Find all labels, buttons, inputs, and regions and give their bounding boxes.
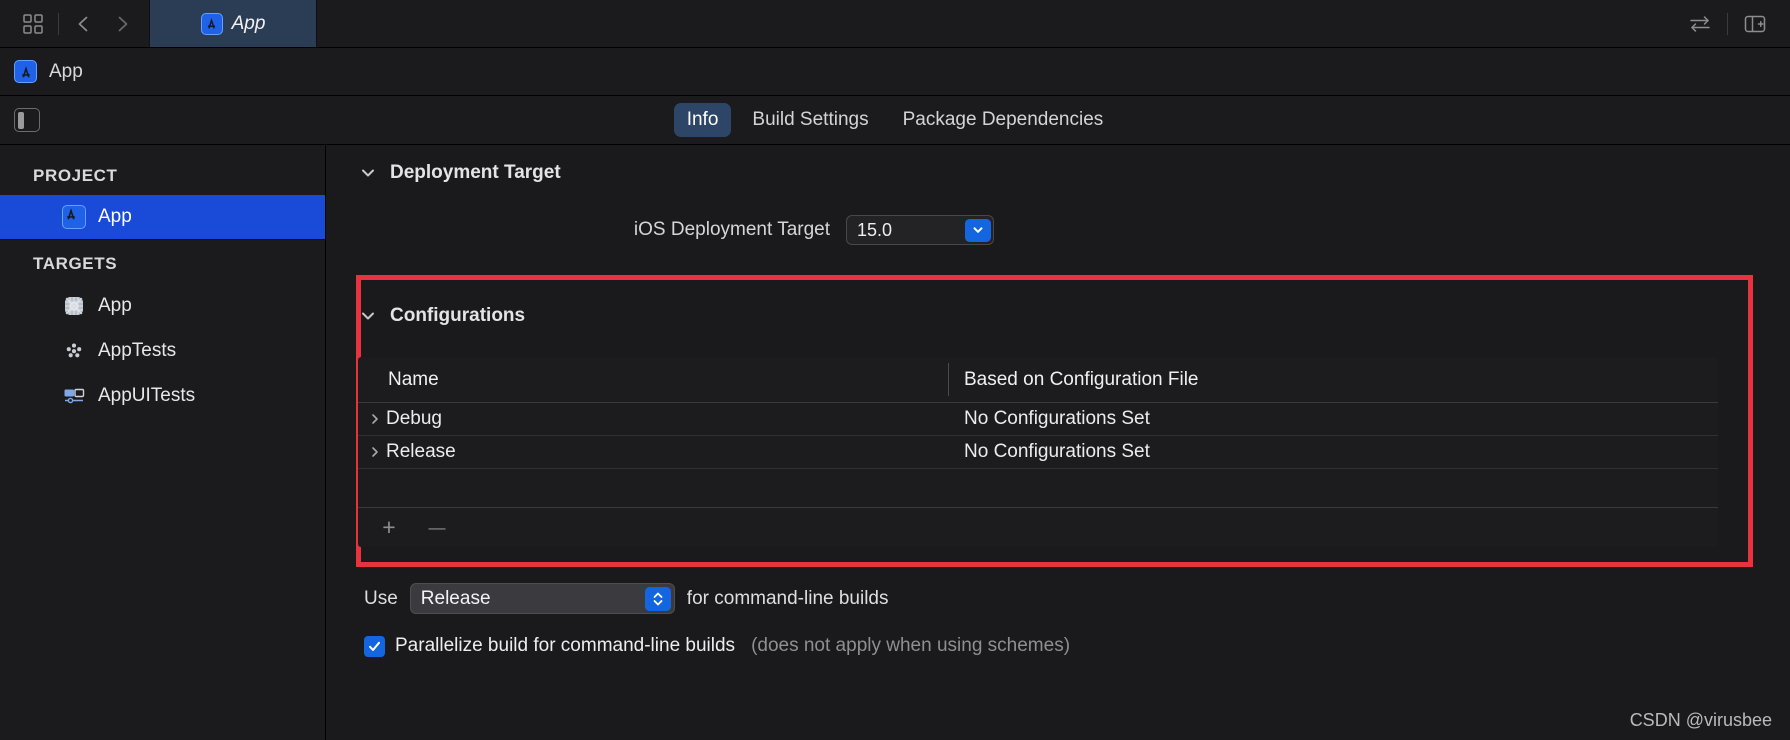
project-navigator-sidebar: PROJECT App TARGETS App AppTests AppUITe… <box>0 145 326 740</box>
sidebar-section-project: PROJECT <box>33 166 118 185</box>
sidebar-item-target-apptests[interactable]: AppTests <box>0 328 325 373</box>
column-header-based-on[interactable]: Based on Configuration File <box>948 369 1718 391</box>
table-row[interactable]: Debug No Configurations Set <box>358 403 1718 436</box>
editor-tab-group: Info Build Settings Package Dependencies <box>0 103 1790 137</box>
column-divider[interactable] <box>948 363 949 396</box>
table-row[interactable]: Release No Configurations Set <box>358 436 1718 469</box>
project-info-pane: Deployment Target iOS Deployment Target … <box>326 145 1790 740</box>
parallelize-build-label[interactable]: Parallelize build for command-line build… <box>395 635 735 657</box>
breadcrumb-item-app[interactable]: App <box>49 61 83 83</box>
appstore-icon <box>62 205 86 229</box>
window-tab-bar: App <box>0 0 1790 48</box>
toolbar-divider-right <box>1727 12 1728 35</box>
sidebar-section-targets: TARGETS <box>33 254 118 273</box>
sidebar-item-label: App <box>98 206 132 227</box>
remove-configuration-button[interactable]: — <box>422 515 452 541</box>
sidebar-item-target-app[interactable]: App <box>0 283 325 328</box>
table-header-row: Name Based on Configuration File <box>358 357 1718 403</box>
chevron-right-icon[interactable] <box>364 412 386 426</box>
tab-build-settings[interactable]: Build Settings <box>739 103 881 137</box>
editor-tab-app[interactable]: App <box>149 0 317 47</box>
sidebar-item-project-app[interactable]: App <box>0 195 325 240</box>
configurations-section-header[interactable]: Configurations <box>358 305 525 327</box>
column-header-name[interactable]: Name <box>358 369 948 391</box>
chevron-down-icon[interactable] <box>358 163 378 183</box>
sidebar-item-label: AppTests <box>98 339 177 361</box>
config-name: Debug <box>386 408 442 429</box>
chevron-left-icon[interactable] <box>65 5 103 43</box>
add-panel-icon[interactable] <box>1736 5 1774 43</box>
swap-arrows-icon[interactable] <box>1681 5 1719 43</box>
tab-info[interactable]: Info <box>673 103 732 137</box>
sidebar-item-label: App <box>98 294 132 316</box>
deployment-target-section-header[interactable]: Deployment Target <box>358 162 561 184</box>
chevron-down-icon[interactable] <box>358 306 378 326</box>
ios-deployment-target-row: iOS Deployment Target 15.0 <box>326 215 1156 245</box>
app-target-icon <box>62 294 86 318</box>
ui-test-icon <box>62 384 86 408</box>
sidebar-item-target-appuitests[interactable]: AppUITests <box>0 373 325 418</box>
add-configuration-button[interactable]: + <box>374 515 404 541</box>
editor-tab-label: App <box>231 12 266 34</box>
command-line-configuration-row: Use Release for command-line builds <box>326 583 889 614</box>
tab-bar-right-controls <box>1681 0 1790 47</box>
watermark-text: CSDN @virusbee <box>1629 710 1772 730</box>
configurations-table: Name Based on Configuration File Debug N… <box>358 357 1718 547</box>
grid-icon[interactable] <box>14 5 52 43</box>
editor-body: PROJECT App TARGETS App AppTests AppUITe… <box>0 145 1790 740</box>
config-based-on[interactable]: No Configurations Set <box>948 441 1150 463</box>
config-based-on[interactable]: No Configurations Set <box>948 408 1150 430</box>
ios-deployment-target-label: iOS Deployment Target <box>633 219 830 240</box>
chevron-right-icon[interactable] <box>103 5 141 43</box>
unit-test-icon <box>62 339 86 363</box>
breadcrumb: App <box>0 48 1790 96</box>
parallelize-build-row: Parallelize build for command-line build… <box>326 635 1070 657</box>
tab-package-dependencies[interactable]: Package Dependencies <box>890 103 1117 137</box>
table-empty-area <box>358 469 1718 507</box>
use-label: Use <box>364 587 398 609</box>
chevron-right-icon[interactable] <box>364 445 386 459</box>
parallelize-build-hint: (does not apply when using schemes) <box>751 635 1071 656</box>
sidebar-item-label: AppUITests <box>98 384 196 406</box>
command-line-config-select[interactable]: Release <box>409 583 675 614</box>
for-command-line-builds-label: for command-line builds <box>686 587 889 609</box>
ios-deployment-target-select[interactable]: 15.0 <box>846 215 994 245</box>
appstore-icon <box>14 60 37 83</box>
config-name: Release <box>386 441 456 462</box>
table-footer-controls: + — <box>358 507 1718 547</box>
appstore-icon <box>200 12 223 35</box>
stepper-up-down-icon[interactable] <box>645 586 672 611</box>
ios-deployment-target-value: 15.0 <box>857 219 893 240</box>
command-line-config-value: Release <box>420 587 491 609</box>
parallelize-build-checkbox[interactable] <box>364 635 385 657</box>
toolbar-divider <box>58 12 59 35</box>
section-title-text: Configurations <box>390 305 526 326</box>
chevron-down-icon[interactable] <box>964 218 991 242</box>
section-title-text: Deployment Target <box>390 162 561 183</box>
editor-mode-bar: Info Build Settings Package Dependencies <box>0 96 1790 145</box>
tab-bar-left-controls <box>0 0 141 47</box>
